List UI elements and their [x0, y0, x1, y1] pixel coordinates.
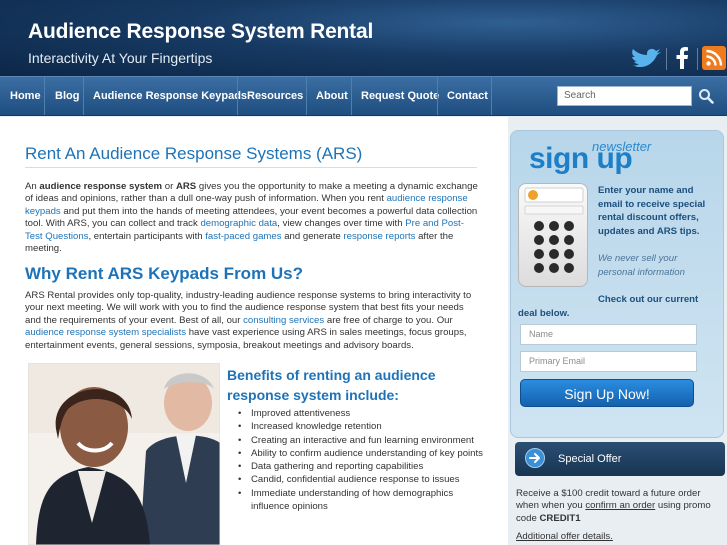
benefits-list: Improved attentiveness Increased knowled…: [238, 407, 493, 513]
intro-paragraph: An audience response system or ARS gives…: [25, 181, 478, 255]
list-item: Immediate understanding of how demograph…: [238, 487, 493, 514]
site-title[interactable]: Audience Response System Rental: [28, 20, 373, 44]
page-title: Rent An Audience Response Systems (ARS): [25, 144, 363, 163]
social-divider: [666, 48, 667, 70]
check-offer-text: Check out our current deal below.: [518, 294, 699, 319]
title-divider: [25, 167, 477, 168]
rss-icon[interactable]: [702, 46, 726, 70]
nav-resources[interactable]: Resources: [247, 77, 303, 115]
email-field[interactable]: Primary Email: [520, 351, 697, 372]
special-offer-title: Special Offer: [558, 453, 622, 465]
link-consulting-services[interactable]: consulting services: [243, 315, 324, 326]
signup-cta: Enter your name and email to receive spe…: [598, 185, 706, 237]
offer-details-link[interactable]: Additional offer details.: [516, 531, 613, 542]
nav-divider: [491, 77, 492, 115]
nav-divider: [44, 77, 45, 115]
nav-home[interactable]: Home: [10, 77, 41, 115]
business-meeting-photo: [28, 363, 220, 545]
link-ars-specialists[interactable]: audience response system specialists: [25, 327, 186, 338]
nav-divider: [83, 77, 84, 115]
site-tagline: Interactivity At Your Fingertips: [28, 50, 213, 66]
list-item: Improved attentiveness: [238, 407, 493, 421]
list-item: Increased knowledge retention: [238, 420, 493, 434]
nav-divider: [237, 77, 238, 115]
nav-contact[interactable]: Contact: [447, 77, 488, 115]
confirm-order-link[interactable]: confirm an order: [585, 500, 655, 511]
arrow-right-icon: [525, 448, 545, 468]
site-header: Audience Response System Rental Interact…: [0, 0, 727, 76]
nav-divider: [306, 77, 307, 115]
link-fast-paced-games[interactable]: fast-paced games: [205, 231, 281, 242]
search-icon[interactable]: [696, 86, 716, 106]
signup-heading: sign up: [529, 142, 633, 175]
special-offer-text: Receive a $100 credit toward a future or…: [516, 488, 711, 524]
list-item: Candid, confidential audience response t…: [238, 473, 493, 487]
facebook-icon[interactable]: [671, 46, 693, 70]
nav-divider: [437, 77, 438, 115]
nav-blog[interactable]: Blog: [55, 77, 79, 115]
benefits-heading: Benefits of renting an audience response…: [227, 367, 436, 403]
signup-button[interactable]: Sign Up Now!: [520, 379, 694, 407]
nav-request-quote[interactable]: Request Quote: [361, 77, 439, 115]
list-item: Ability to confirm audience understandin…: [238, 447, 493, 461]
privacy-note: We never sell your personal information: [598, 253, 685, 278]
link-demographic-data[interactable]: demographic data: [200, 218, 277, 229]
social-divider: [697, 48, 698, 70]
why-heading: Why Rent ARS Keypads From Us?: [25, 264, 304, 283]
keypad-image: [518, 183, 588, 287]
nav-keypads[interactable]: Audience Response Keypads: [93, 77, 247, 115]
nav-about[interactable]: About: [316, 77, 348, 115]
twitter-icon[interactable]: [627, 46, 663, 72]
link-response-reports[interactable]: response reports: [343, 231, 415, 242]
main-nav: Home Blog Audience Response Keypads Reso…: [0, 76, 727, 116]
main-content: Rent An Audience Response Systems (ARS) …: [0, 117, 508, 545]
list-item: Data gathering and reporting capabilitie…: [238, 460, 493, 474]
why-paragraph: ARS Rental provides only top-quality, in…: [25, 290, 472, 351]
name-field[interactable]: Name: [520, 324, 697, 345]
nav-divider: [351, 77, 352, 115]
list-item: Creating an interactive and fun learning…: [238, 434, 493, 448]
search-input[interactable]: Search: [557, 86, 692, 106]
